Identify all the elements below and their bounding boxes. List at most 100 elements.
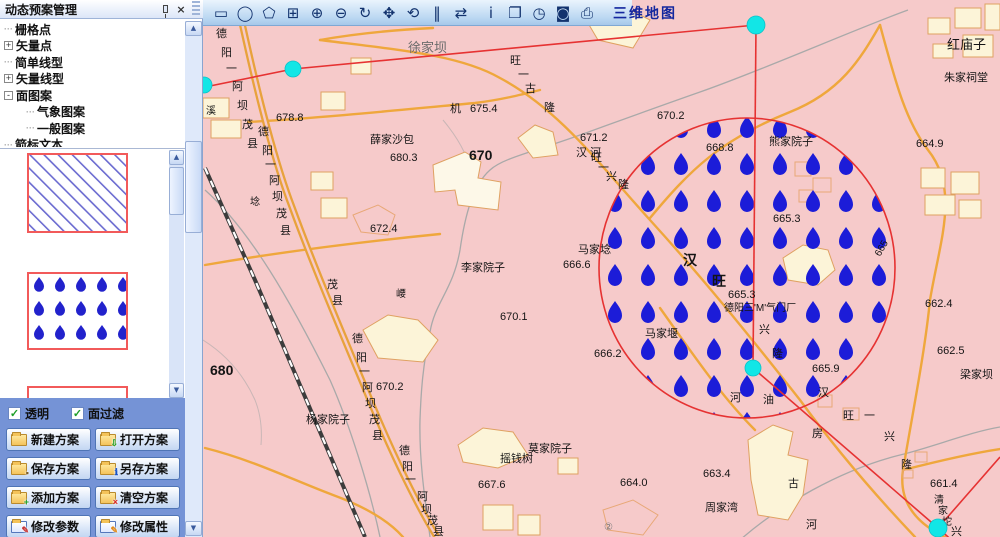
- map-label: 梁家坝: [960, 367, 993, 381]
- map-label: 旺: [510, 55, 521, 67]
- checkbox-check-icon[interactable]: ✓: [71, 407, 84, 420]
- map-label: 李家院子: [461, 260, 505, 274]
- timer-icon[interactable]: ◷: [527, 2, 551, 24]
- map-label: 河: [806, 518, 817, 531]
- info-icon[interactable]: i: [479, 2, 503, 24]
- measure-distance-icon[interactable]: ▭: [209, 2, 233, 24]
- tree-item[interactable]: ···栅格点: [0, 21, 168, 38]
- map-svg: 徐家坝红庙子朱家祠堂机675.4678.8薛家沙包680.3670680671.…: [203, 0, 1000, 537]
- expander-icon[interactable]: -: [4, 91, 13, 100]
- checkbox-label: 面过滤: [88, 405, 124, 422]
- map-label: 680.3: [390, 152, 418, 164]
- tree-item[interactable]: +矢量点: [0, 38, 168, 55]
- tree-item[interactable]: ···箭标文本: [0, 137, 168, 148]
- zoom-in-icon[interactable]: ⊕: [305, 2, 329, 24]
- layer-tree: ···栅格点+矢量点···简单线型+矢量线型-面图案···气象图案···一般图案…: [0, 21, 168, 147]
- print-icon[interactable]: ⎙: [575, 2, 599, 24]
- edit-params-icon: ✎: [11, 521, 27, 533]
- panel-scrollbar[interactable]: ▲ ▼: [185, 21, 202, 537]
- scroll-up-button[interactable]: ▲: [169, 150, 184, 165]
- add-plan-button[interactable]: +添加方案: [6, 486, 91, 509]
- scroll-down-button[interactable]: ▼: [185, 521, 202, 536]
- map-label: 一: [265, 159, 276, 171]
- expander-icon[interactable]: +: [4, 74, 13, 83]
- map-label: 坝: [237, 98, 248, 112]
- map-label: 马家堰: [645, 326, 678, 340]
- map-label: 马家埝: [578, 242, 611, 256]
- scroll-thumb[interactable]: [169, 167, 184, 215]
- raindrop-pattern-swatch[interactable]: [27, 272, 128, 350]
- map-label: 665.3: [773, 213, 801, 225]
- tree-item[interactable]: +矢量线型: [0, 71, 168, 88]
- map-label: 664.9: [916, 138, 944, 150]
- scroll-up-button[interactable]: ▲: [185, 21, 202, 36]
- map-label: 德: [352, 331, 363, 345]
- map-label: 旺: [712, 273, 726, 289]
- scroll-thumb[interactable]: [185, 141, 202, 233]
- map-3d-button[interactable]: 三维地图: [605, 2, 685, 24]
- badge-glyph: +: [24, 497, 29, 507]
- toolbar-group-measure: ▭◯⬠⊞⊕⊖↻✥⟲‖⇄: [209, 2, 473, 24]
- option-checkbox[interactable]: ✓ 面过滤: [71, 405, 124, 422]
- snapshot-icon[interactable]: ◙: [551, 2, 575, 24]
- map-label: 兴: [759, 323, 770, 336]
- map-label: 675.4: [470, 103, 498, 115]
- button-label: 新建方案: [31, 431, 79, 448]
- map-label: 坝: [421, 502, 432, 516]
- map-label: 662.4: [925, 298, 953, 310]
- map-label: 667.6: [478, 479, 506, 491]
- swatch-scrollbar[interactable]: ▲ ▼: [169, 150, 184, 398]
- measure-circle-icon[interactable]: ◯: [233, 2, 257, 24]
- export-icon[interactable]: ❐: [503, 2, 527, 24]
- zoom-out-icon[interactable]: ⊖: [329, 2, 353, 24]
- map-label: 隆: [544, 100, 555, 114]
- pause-icon[interactable]: ‖: [425, 2, 449, 24]
- checkbox-label: 透明: [25, 405, 49, 422]
- map-label: 665.3: [728, 289, 756, 301]
- tree-connector: ···: [4, 140, 13, 147]
- tree-connector: ···: [26, 107, 35, 117]
- swap-icon[interactable]: ⇄: [449, 2, 473, 24]
- saveas-plan-button[interactable]: ℹ另存方案: [95, 457, 180, 480]
- tree-item[interactable]: ···简单线型: [0, 54, 168, 71]
- map-label: 665.9: [812, 363, 840, 375]
- tree-item[interactable]: -面图案: [0, 87, 168, 104]
- scroll-down-button[interactable]: ▼: [169, 383, 184, 398]
- close-icon[interactable]: ×: [174, 2, 188, 16]
- map-label: 670: [469, 147, 493, 163]
- map-canvas[interactable]: 徐家坝红庙子朱家祠堂机675.4678.8薛家沙包680.3670680671.…: [203, 0, 1000, 537]
- map-label: 古: [525, 82, 536, 95]
- map-label: 古: [788, 477, 799, 490]
- partial-swatch[interactable]: [27, 386, 128, 398]
- map-label: 清: [934, 493, 944, 506]
- tree-item[interactable]: ···一般图案: [0, 120, 168, 137]
- map-label: 664.0: [620, 477, 648, 489]
- map-label: 670.2: [657, 110, 685, 122]
- save-plan-button[interactable]: ▪保存方案: [6, 457, 91, 480]
- checkbox-check-icon[interactable]: ✓: [8, 407, 21, 420]
- pin-icon[interactable]: [158, 2, 172, 16]
- clear-plan-button[interactable]: ×清空方案: [95, 486, 180, 509]
- diagonal-hatch-swatch[interactable]: [27, 153, 128, 233]
- map-label: 杨家院子: [306, 412, 350, 426]
- measure-area-icon[interactable]: ⬠: [257, 2, 281, 24]
- refresh-icon[interactable]: ↻: [353, 2, 377, 24]
- open-plan-button[interactable]: ⇩打开方案: [95, 428, 180, 451]
- panel-grip-icon[interactable]: [192, 1, 200, 17]
- toolbar-group-output: i❐◷◙⎙: [479, 2, 599, 24]
- tree-item[interactable]: ···气象图案: [0, 104, 168, 121]
- expander-icon[interactable]: +: [4, 41, 13, 50]
- map-label: 房: [812, 427, 823, 440]
- edit-props-button[interactable]: ✎修改属性: [95, 515, 180, 537]
- map-label: 溪: [206, 105, 216, 117]
- tree-connector: ···: [4, 57, 13, 67]
- grid-icon[interactable]: ⊞: [281, 2, 305, 24]
- zoom-previous-icon[interactable]: ⟲: [401, 2, 425, 24]
- map-label: 周家湾: [705, 500, 738, 514]
- option-checkbox[interactable]: ✓ 透明: [8, 405, 49, 422]
- new-plan-button[interactable]: 新建方案: [6, 428, 91, 451]
- edit-params-button[interactable]: ✎修改参数: [6, 515, 91, 537]
- map-label: 隆: [901, 457, 912, 471]
- pan-icon[interactable]: ✥: [377, 2, 401, 24]
- map-label: 熊家院子: [769, 134, 813, 148]
